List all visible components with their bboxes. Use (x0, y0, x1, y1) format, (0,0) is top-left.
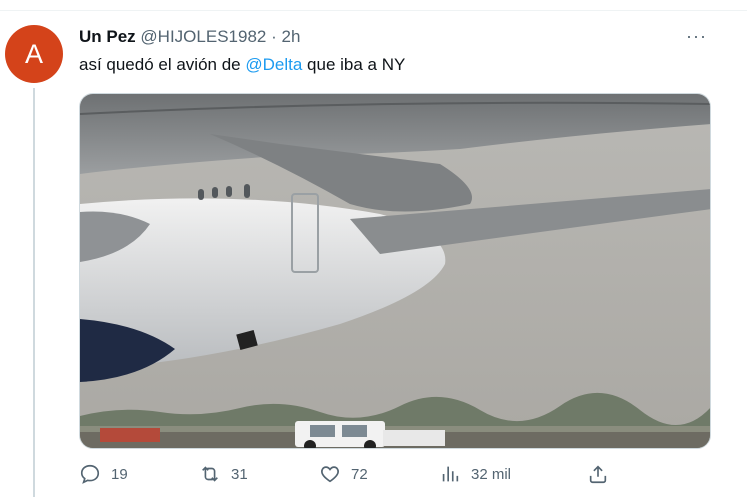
action-bar: 19 31 72 32 mil (79, 463, 711, 493)
views-icon (442, 466, 459, 482)
handle[interactable]: @HIJOLES1982 (140, 27, 266, 46)
mention-link[interactable]: @Delta (245, 55, 302, 74)
timestamp[interactable]: 2h (282, 27, 301, 46)
tweet-image[interactable] (79, 93, 711, 449)
reply-icon (80, 464, 100, 484)
share-button[interactable] (587, 463, 609, 485)
more-icon: ··· (686, 26, 707, 46)
tweet-text-before: así quedó el avión de (79, 55, 246, 74)
more-options-button[interactable]: ··· (686, 26, 707, 47)
views-button[interactable]: 32 mil (439, 463, 511, 485)
tweet-header: Un Pez @HIJOLES1982 · 2h (79, 27, 300, 47)
views-count: 32 mil (471, 465, 512, 483)
retweet-button[interactable]: 31 (199, 463, 248, 485)
thread-line (33, 88, 35, 497)
airplane-photo (80, 94, 710, 448)
like-button[interactable]: 72 (319, 463, 368, 485)
like-count: 72 (351, 465, 368, 483)
reply-button[interactable]: 19 (79, 463, 128, 485)
avatar-letter: A (24, 38, 43, 69)
tweet-text: así quedó el avión de @Delta que iba a N… (79, 55, 405, 75)
retweet-icon (202, 466, 218, 482)
separator: · (271, 27, 277, 46)
display-name[interactable]: Un Pez (79, 27, 136, 46)
reply-count: 19 (111, 465, 128, 483)
share-icon (589, 465, 607, 484)
top-divider (0, 10, 747, 11)
retweet-count: 31 (231, 465, 248, 483)
avatar[interactable]: A (5, 25, 63, 83)
tweet-text-after: que iba a NY (302, 55, 406, 74)
like-icon (321, 466, 339, 483)
